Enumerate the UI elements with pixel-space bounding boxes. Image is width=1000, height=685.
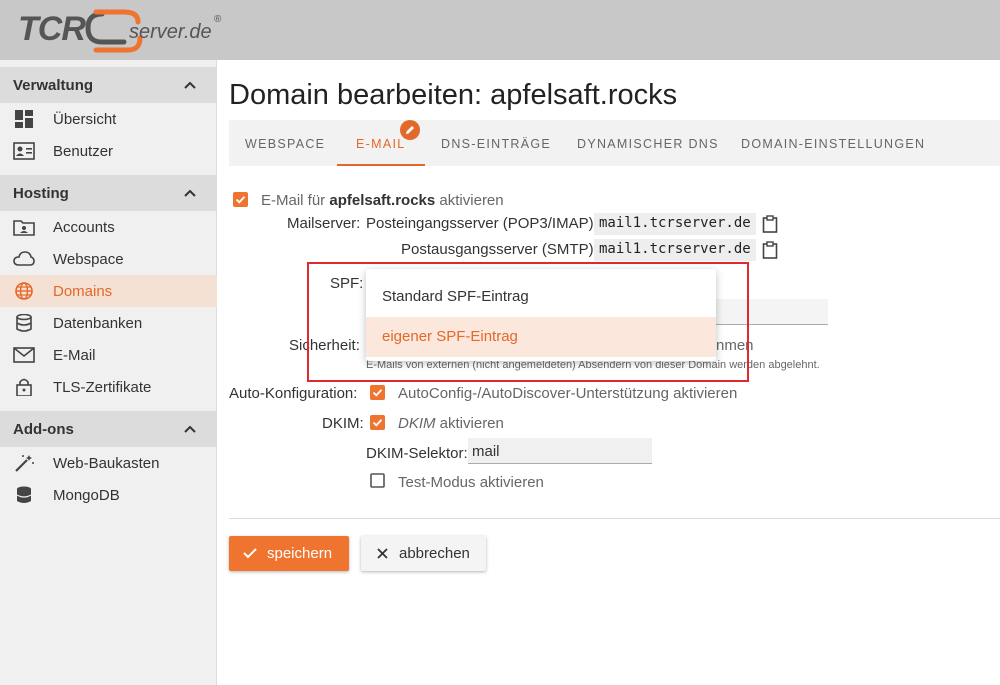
tab-dynamischer-dns[interactable]: DYNAMISCHER DNS <box>577 137 719 151</box>
tcr-logo[interactable]: TCR server.de ® <box>18 4 228 54</box>
database-icon <box>16 314 32 332</box>
section-title: Hosting <box>13 185 69 202</box>
sidebar-section-addons[interactable]: Add-ons <box>0 411 217 447</box>
dkim-suffix: aktivieren <box>439 415 504 432</box>
dkim-label: DKIM: <box>322 415 364 432</box>
chevron-up-icon <box>184 81 196 89</box>
autoconfig-checkbox[interactable] <box>370 385 385 400</box>
sidebar-item-email[interactable]: E-Mail <box>0 339 217 371</box>
sidebar-item-label: Domains <box>53 283 113 300</box>
globe-icon <box>15 282 33 300</box>
page-title: Domain bearbeiten: apfelsaft.rocks <box>229 79 678 111</box>
dkim-emphasis: DKIM <box>398 415 436 432</box>
enable-email-label: E-Mail für apfelsaft.rocks aktivieren <box>261 192 504 209</box>
dkim-text: DKIM aktivieren <box>398 415 504 432</box>
sidebar-item-accounts[interactable]: Accounts <box>0 211 217 243</box>
magic-wand-icon <box>15 455 34 472</box>
clipboard-icon[interactable] <box>762 241 778 259</box>
check-icon <box>243 548 257 559</box>
outgoing-server-label: Postausgangsserver (SMTP): <box>401 241 598 258</box>
save-button[interactable]: speichern <box>229 536 349 571</box>
logo-domain: server.de <box>129 21 212 43</box>
mailserver-label: Mailserver: <box>287 215 361 232</box>
sidebar-item-label: Webspace <box>53 251 124 268</box>
tab-email[interactable]: E-MAIL <box>356 137 405 151</box>
edit-badge <box>400 120 420 140</box>
sidebar-item-label: MongoDB <box>53 487 120 504</box>
lock-icon <box>16 378 32 396</box>
dashboard-icon <box>15 110 33 128</box>
spf-option-custom[interactable]: eigener SPF-Eintrag <box>366 317 716 357</box>
chevron-up-icon <box>184 425 196 433</box>
test-mode-text: Test-Modus aktivieren <box>398 474 544 491</box>
section-title: Add-ons <box>13 421 74 438</box>
save-button-label: speichern <box>267 545 333 562</box>
sidebar: Verwaltung Übersicht Benutzer Hosting Ac… <box>0 60 217 685</box>
cloud-icon <box>13 251 35 266</box>
envelope-icon <box>13 347 35 363</box>
sidebar-item-label: Benutzer <box>53 143 114 160</box>
user-card-icon <box>13 142 35 160</box>
dkim-selector-input[interactable]: mail <box>468 438 652 464</box>
spf-option-standard[interactable]: Standard SPF-Eintrag <box>366 277 716 317</box>
database-icon <box>16 486 32 503</box>
tab-dns-eintraege[interactable]: DNS-EINTRÄGE <box>441 137 551 151</box>
divider <box>229 518 1000 519</box>
section-title: Verwaltung <box>13 77 94 94</box>
sidebar-item-label: Web-Baukasten <box>53 455 160 472</box>
tab-webspace[interactable]: WEBSPACE <box>245 137 325 151</box>
test-mode-checkbox[interactable] <box>370 473 385 488</box>
outgoing-server-value: mail1.tcrserver.de <box>594 239 756 261</box>
autoconfig-label: Auto-Konfiguration: <box>229 385 358 402</box>
sidebar-item-label: Übersicht <box>53 111 117 128</box>
sidebar-item-uebersicht[interactable]: Übersicht <box>0 103 217 135</box>
tab-domain-einstellungen[interactable]: DOMAIN-EINSTELLUNGEN <box>741 137 925 151</box>
dkim-checkbox[interactable] <box>370 415 385 430</box>
enable-email-checkbox[interactable] <box>233 192 248 207</box>
sidebar-item-label: TLS-Zertifikate <box>53 379 152 396</box>
cancel-button-label: abbrechen <box>399 545 470 562</box>
sidebar-section-hosting[interactable]: Hosting <box>0 175 217 211</box>
incoming-server-value: mail1.tcrserver.de <box>594 213 756 235</box>
account-folder-icon <box>13 220 35 236</box>
enable-email-domain: apfelsaft.rocks <box>329 192 436 209</box>
sidebar-item-label: E-Mail <box>53 347 96 364</box>
dkim-selector-label: DKIM-Selektor: <box>366 445 468 462</box>
tab-bar: WEBSPACE E-MAIL DNS-EINTRÄGE DYNAMISCHER… <box>229 120 1000 166</box>
enable-email-prefix: E-Mail für <box>261 192 326 209</box>
close-icon <box>377 548 388 559</box>
sidebar-item-label: Datenbanken <box>53 315 143 332</box>
cancel-button[interactable]: abbrechen <box>361 536 486 571</box>
pencil-icon <box>406 126 414 134</box>
sidebar-item-webspace[interactable]: Webspace <box>0 243 217 275</box>
sidebar-item-web-baukasten[interactable]: Web-Baukasten <box>0 447 217 479</box>
logo-registered: ® <box>214 14 222 25</box>
sidebar-item-datenbanken[interactable]: Datenbanken <box>0 307 217 339</box>
chevron-up-icon <box>184 189 196 197</box>
active-tab-indicator <box>337 164 425 166</box>
sidebar-section-verwaltung[interactable]: Verwaltung <box>0 67 217 103</box>
spf-dropdown-menu: Standard SPF-Eintrag eigener SPF-Eintrag <box>366 269 716 361</box>
incoming-server-label: Posteingangsserver (POP3/IMAP): <box>366 215 598 232</box>
sidebar-item-domains[interactable]: Domains <box>0 275 217 307</box>
autoconfig-text: AutoConfig-/AutoDiscover-Unterstützung a… <box>398 385 738 402</box>
app-header: TCR server.de ® <box>0 0 1000 60</box>
logo-brand: TCR <box>18 10 86 48</box>
sidebar-item-label: Accounts <box>53 219 115 236</box>
enable-email-suffix: aktivieren <box>439 192 504 209</box>
sidebar-item-tls-zertifikate[interactable]: TLS-Zertifikate <box>0 371 217 403</box>
sidebar-item-mongodb[interactable]: MongoDB <box>0 479 217 511</box>
clipboard-icon[interactable] <box>762 215 778 233</box>
sidebar-item-benutzer[interactable]: Benutzer <box>0 135 217 167</box>
